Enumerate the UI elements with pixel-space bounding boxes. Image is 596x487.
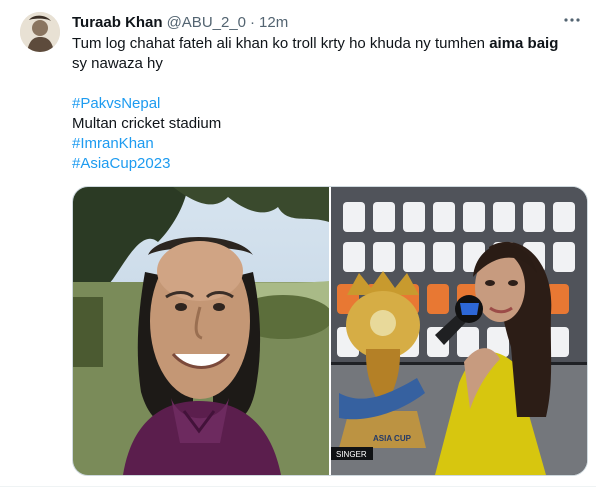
bold-text: aima baig [489, 35, 559, 52]
photo-selfie[interactable] [73, 187, 329, 475]
tweet-text: Tum log chahat fateh ali khan ko troll k… [72, 34, 577, 174]
author-name[interactable]: Turaab Khan [72, 14, 163, 31]
tweet-line-2: sy nawaza hy [72, 55, 163, 72]
singer-caption: SINGER [336, 450, 367, 459]
text-segment: Tum log chahat fateh ali khan ko troll k… [72, 35, 490, 52]
tweet-line-1: Tum log chahat fateh ali khan ko troll k… [72, 34, 577, 54]
more-horizontal-icon [563, 11, 581, 34]
media-grid[interactable]: ASIA CUP SINGER [72, 186, 588, 476]
location-text: Multan cricket stadium [72, 115, 222, 132]
tweet-timestamp[interactable]: 12m [259, 14, 288, 31]
photo-singer-stadium[interactable]: ASIA CUP SINGER [331, 187, 587, 475]
trophy-text: ASIA CUP [373, 434, 412, 443]
tweet-card[interactable]: Turaab Khan @ABU_2_0 · 12m Tum log chaha… [0, 0, 596, 487]
tweet-header: Turaab Khan @ABU_2_0 · 12m [72, 12, 288, 32]
separator-dot: · [250, 13, 256, 31]
author-handle[interactable]: @ABU_2_0 [167, 14, 246, 31]
author-avatar[interactable] [20, 12, 60, 52]
hashtag-pakvsnepal[interactable]: #PakvsNepal [72, 94, 577, 114]
hashtag-asiacup2023[interactable]: #AsiaCup2023 [72, 154, 577, 174]
more-options-button[interactable] [562, 12, 582, 32]
hashtag-imrankhan[interactable]: #ImranKhan [72, 134, 577, 154]
